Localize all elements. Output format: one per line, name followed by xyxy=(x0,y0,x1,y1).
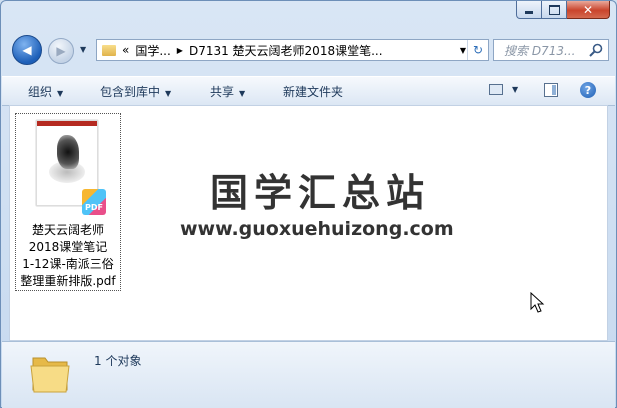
close-button[interactable]: ✕ xyxy=(567,1,610,19)
thumbnail-ink-figure xyxy=(57,135,79,169)
caption-buttons: ✕ xyxy=(516,1,610,21)
back-arrow-icon: ◀ xyxy=(22,43,32,57)
organize-label: 组织 xyxy=(28,85,53,99)
folder-icon xyxy=(30,357,70,393)
breadcrumb-item[interactable]: D7131 楚天云阔老师2018课堂笔... xyxy=(189,42,383,59)
details-pane: 1 个对象 xyxy=(2,341,615,408)
organize-menu[interactable]: 组织 ▼ xyxy=(28,83,63,100)
change-view-icon[interactable] xyxy=(489,84,503,95)
view-dropdown-icon[interactable]: ▼ xyxy=(512,85,518,94)
explorer-window: ✕ ◀ ▶ ▼ « 国学... ▶ D7131 楚天云阔老师2018课堂笔...… xyxy=(0,0,617,408)
file-name[interactable]: 楚天云阔老师 2018课堂笔记 1-12课-南派三俗 整理重新排版.pdf xyxy=(17,222,119,290)
maximize-button[interactable] xyxy=(542,1,567,19)
command-bar: 组织 ▼ 包含到库中 ▼ 共享 ▼ 新建文件夹 ▼ ? xyxy=(2,76,615,106)
mouse-pointer-icon xyxy=(530,292,545,313)
include-in-library-menu[interactable]: 包含到库中 ▼ xyxy=(100,83,171,100)
help-icon[interactable]: ? xyxy=(580,82,596,98)
chevron-down-icon: ▼ xyxy=(239,89,246,98)
navigation-bar: ◀ ▶ ▼ « 国学... ▶ D7131 楚天云阔老师2018课堂笔... ▼… xyxy=(1,31,616,71)
minimize-button[interactable] xyxy=(516,1,542,19)
file-name-line: 1-12课-南派三俗 xyxy=(22,257,114,271)
file-list[interactable]: PDF 楚天云阔老师 2018课堂笔记 1-12课-南派三俗 整理重新排版.pd… xyxy=(9,105,608,341)
close-icon: ✕ xyxy=(582,2,594,17)
refresh-button[interactable]: ↻ xyxy=(467,40,488,60)
search-input[interactable]: 搜索 D713... xyxy=(493,39,609,61)
thumbnail-header-band xyxy=(37,121,97,126)
new-folder-button[interactable]: 新建文件夹 xyxy=(283,83,343,100)
forward-arrow-icon: ▶ xyxy=(56,44,66,58)
share-menu[interactable]: 共享 ▼ xyxy=(210,83,245,100)
preview-pane-icon[interactable] xyxy=(544,83,558,97)
maximize-icon xyxy=(548,4,560,15)
forward-button[interactable]: ▶ xyxy=(48,38,74,64)
file-name-line: 2018课堂笔记 xyxy=(28,240,108,254)
address-dropdown-icon[interactable]: ▼ xyxy=(460,46,466,55)
share-label: 共享 xyxy=(210,85,235,99)
breadcrumb-item[interactable]: 国学... xyxy=(135,42,170,59)
file-item[interactable]: PDF 楚天云阔老师 2018课堂笔记 1-12课-南派三俗 整理重新排版.pd… xyxy=(15,113,121,291)
pdf-file-icon: PDF xyxy=(82,189,106,215)
file-name-line: 楚天云阔老师 xyxy=(31,223,104,237)
file-name-line: 整理重新排版.pdf xyxy=(20,274,116,288)
back-button[interactable]: ◀ xyxy=(12,35,42,65)
address-bar[interactable]: « 国学... ▶ D7131 楚天云阔老师2018课堂笔... ▼ ↻ xyxy=(96,39,489,61)
chevron-down-icon: ▼ xyxy=(57,89,64,98)
address-overflow[interactable]: « xyxy=(122,43,129,57)
chevron-down-icon: ▼ xyxy=(165,89,172,98)
breadcrumb-separator-icon[interactable]: ▶ xyxy=(177,46,183,55)
recent-pages-button[interactable]: ▼ xyxy=(80,45,90,55)
include-library-label: 包含到库中 xyxy=(100,85,161,99)
watermark-title: 国学汇总站 xyxy=(209,171,430,215)
pdf-badge-label: PDF xyxy=(85,203,103,212)
watermark-url: www.guoxuehuizong.com xyxy=(180,218,454,240)
search-placeholder: 搜索 D713... xyxy=(504,43,576,58)
folder-icon xyxy=(102,44,116,56)
item-count: 1 个对象 xyxy=(94,354,142,368)
search-icon[interactable] xyxy=(588,42,604,58)
new-folder-label: 新建文件夹 xyxy=(283,85,344,99)
minimize-icon xyxy=(525,11,533,14)
